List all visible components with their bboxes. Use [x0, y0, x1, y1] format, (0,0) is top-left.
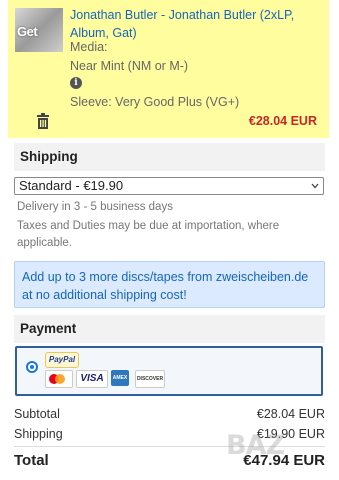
- cart-item: Get Jonathan Butler - Jonathan Butler (2…: [8, 0, 329, 138]
- watermark-logo: BAZ: [226, 430, 285, 461]
- paypal-radio[interactable]: [26, 361, 38, 373]
- shipping-heading: Shipping: [20, 149, 78, 164]
- total-label: Total: [14, 452, 49, 469]
- payment-header: Payment: [14, 315, 325, 343]
- tax-notice: Taxes and Duties may be due at importati…: [17, 220, 280, 249]
- thumbnail-text: Get: [17, 24, 38, 39]
- notice-text[interactable]: Add up to 3 more discs/tapes from zweisc…: [22, 268, 318, 304]
- chevron-down-icon: [311, 183, 319, 189]
- item-title-link[interactable]: Jonathan Butler - Jonathan Butler (2xLP,…: [70, 6, 332, 42]
- payment-heading: Payment: [20, 321, 77, 336]
- paypal-logo: PayPal: [45, 352, 79, 368]
- combined-shipping-notice: Add up to 3 more discs/tapes from zweisc…: [14, 261, 325, 308]
- sleeve-condition: Sleeve: Very Good Plus (VG+): [70, 95, 240, 109]
- item-price: €28.04 EUR: [248, 114, 317, 128]
- media-label: Media:: [70, 40, 108, 54]
- mastercard-icon: [45, 370, 73, 388]
- info-icon[interactable]: i: [70, 77, 82, 89]
- media-condition: Near Mint (NM or M-): [70, 59, 189, 73]
- subtotal-label: Subtotal: [14, 407, 60, 421]
- shipping-method-value: Standard - €19.90: [19, 178, 124, 193]
- trash-icon[interactable]: [36, 113, 50, 129]
- shipping-method-select[interactable]: Standard - €19.90: [14, 177, 324, 195]
- delivery-estimate: Delivery in 3 - 5 business days: [17, 201, 173, 213]
- album-thumbnail[interactable]: Get: [15, 8, 63, 52]
- subtotal-value: €28.04 EUR: [256, 407, 325, 421]
- discover-icon: DISCOVER: [135, 370, 165, 388]
- visa-icon: VISA: [76, 370, 108, 388]
- paypal-payment-option[interactable]: PayPal VISA AMEX DISCOVER: [15, 346, 323, 396]
- shipping-label: Shipping: [14, 427, 63, 441]
- shipping-header: Shipping: [14, 143, 325, 171]
- amex-icon: AMEX: [111, 370, 129, 386]
